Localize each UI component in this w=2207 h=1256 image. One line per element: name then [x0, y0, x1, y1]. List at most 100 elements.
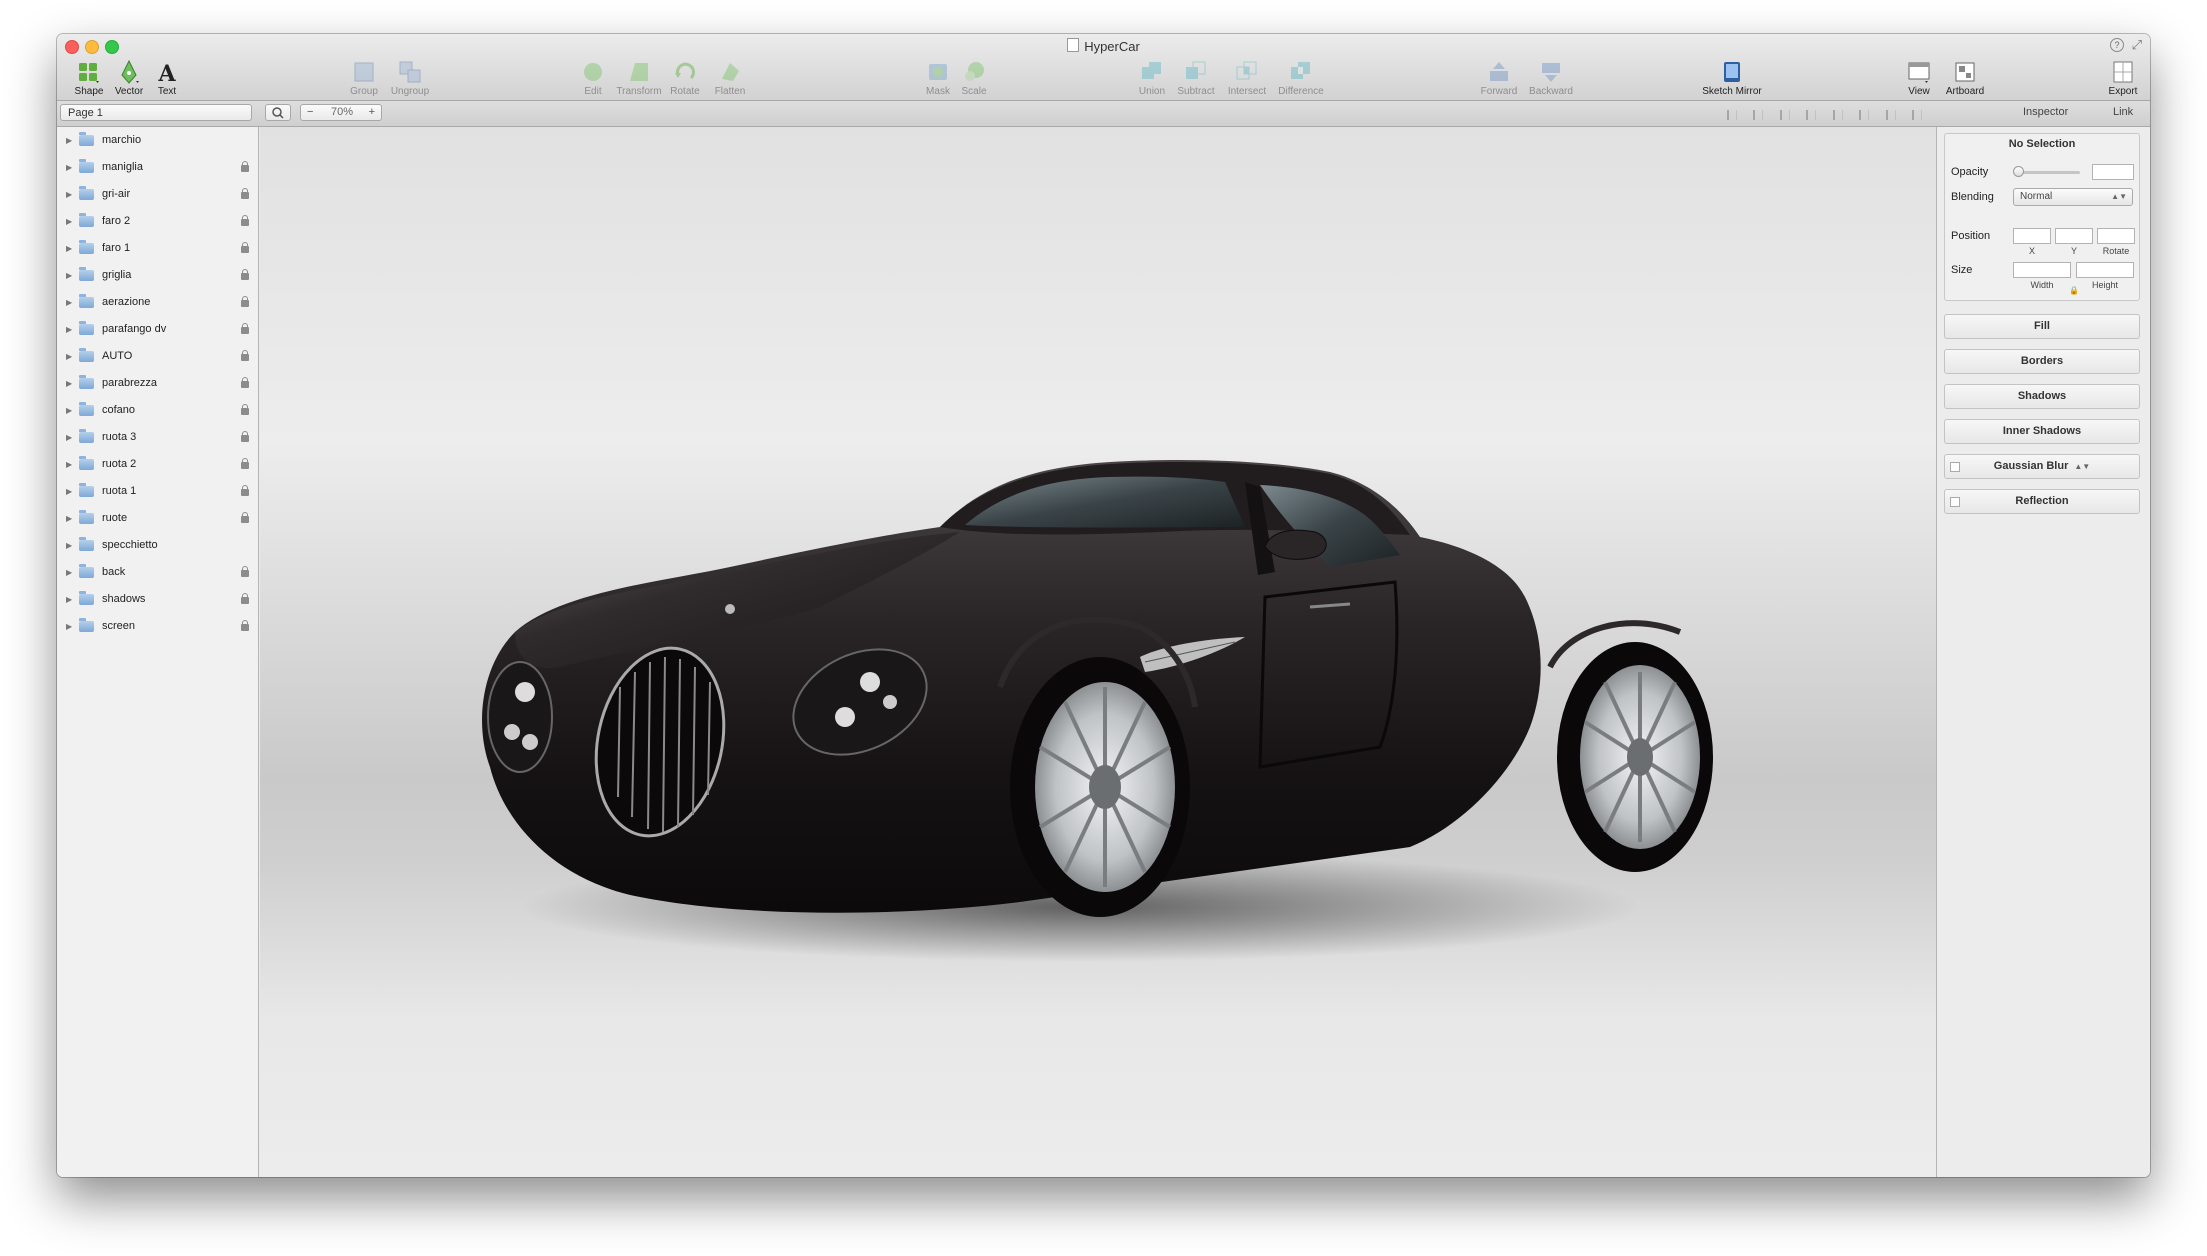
disclosure-triangle-icon[interactable]: ▶	[66, 208, 72, 235]
lock-icon[interactable]	[241, 188, 249, 199]
link-tab[interactable]: Link	[2113, 106, 2133, 118]
position-y-field[interactable]	[2055, 228, 2093, 244]
gaussian-blur-checkbox[interactable]	[1950, 462, 1960, 472]
position-x-field[interactable]	[2013, 228, 2051, 244]
borders-section[interactable]: Borders	[1944, 349, 2140, 374]
disclosure-triangle-icon[interactable]: ▶	[66, 559, 72, 586]
disclosure-triangle-icon[interactable]: ▶	[66, 262, 72, 289]
subtract-button[interactable]: Subtract	[1168, 59, 1224, 97]
zoom-out-button[interactable]: −	[307, 105, 313, 120]
scale-button[interactable]: Scale	[946, 59, 1002, 97]
artboard-button[interactable]: Artboard	[1937, 59, 1993, 97]
align-right-icon[interactable]	[1806, 110, 1817, 120]
disclosure-triangle-icon[interactable]: ▶	[66, 397, 72, 424]
intersect-button[interactable]: Intersect	[1219, 59, 1275, 97]
lock-icon[interactable]	[241, 323, 249, 334]
fullscreen-icon[interactable]: ⤢	[2132, 37, 2142, 53]
layer-row[interactable]: ▶ gri-air	[57, 181, 258, 208]
align-left-icon[interactable]	[1753, 110, 1764, 120]
flatten-button[interactable]: Flatten	[702, 59, 758, 97]
fill-section[interactable]: Fill	[1944, 314, 2140, 339]
lock-icon[interactable]	[241, 593, 249, 604]
layer-row[interactable]: ▶ ruota 2	[57, 451, 258, 478]
rotate-field[interactable]	[2097, 228, 2135, 244]
zoom-in-button[interactable]: +	[369, 105, 375, 120]
opacity-field[interactable]	[2092, 164, 2134, 180]
layer-search-button[interactable]	[265, 104, 291, 121]
disclosure-triangle-icon[interactable]: ▶	[66, 586, 72, 613]
lock-icon[interactable]	[241, 296, 249, 307]
inner-shadows-section[interactable]: Inner Shadows	[1944, 419, 2140, 444]
layer-row[interactable]: ▶ AUTO	[57, 343, 258, 370]
layer-row[interactable]: ▶ aerazione	[57, 289, 258, 316]
lock-icon[interactable]	[241, 566, 249, 577]
layer-row[interactable]: ▶ cofano	[57, 397, 258, 424]
reflection-section[interactable]: Reflection	[1944, 489, 2140, 514]
layer-row[interactable]: ▶ ruota 1	[57, 478, 258, 505]
align-top-icon[interactable]	[1832, 110, 1843, 120]
layer-row[interactable]: ▶ marchio	[57, 127, 258, 154]
canvas[interactable]	[260, 127, 1936, 1177]
disclosure-triangle-icon[interactable]: ▶	[66, 505, 72, 532]
disclosure-triangle-icon[interactable]: ▶	[66, 532, 72, 559]
disclosure-triangle-icon[interactable]: ▶	[66, 424, 72, 451]
opacity-slider-track[interactable]	[2015, 171, 2080, 174]
layer-row[interactable]: ▶ back	[57, 559, 258, 586]
disclosure-triangle-icon[interactable]: ▶	[66, 181, 72, 208]
blending-select[interactable]: Normal ▲▼	[2013, 188, 2133, 206]
lock-icon[interactable]	[241, 512, 249, 523]
width-field[interactable]	[2013, 262, 2071, 278]
reflection-checkbox[interactable]	[1950, 497, 1960, 507]
lock-icon[interactable]	[241, 404, 249, 415]
page-selector[interactable]: Page 1	[60, 104, 252, 121]
sketch-mirror-button[interactable]: Sketch Mirror	[1694, 59, 1770, 97]
lock-icon[interactable]	[241, 350, 249, 361]
lock-icon[interactable]	[241, 377, 249, 388]
layer-row[interactable]: ▶ parafango dv	[57, 316, 258, 343]
gaussian-blur-section[interactable]: Gaussian Blur ▲▼	[1944, 454, 2140, 479]
lock-ratio-icon[interactable]: 🔒	[2069, 286, 2079, 295]
disclosure-triangle-icon[interactable]: ▶	[66, 289, 72, 316]
disclosure-triangle-icon[interactable]: ▶	[66, 154, 72, 181]
lock-icon[interactable]	[241, 269, 249, 280]
disclosure-triangle-icon[interactable]: ▶	[66, 343, 72, 370]
ungroup-button[interactable]: Ungroup	[382, 59, 438, 97]
distribute-horizontal-icon[interactable]	[1912, 110, 1923, 120]
lock-icon[interactable]	[241, 458, 249, 469]
distribute-icon[interactable]	[1727, 110, 1737, 120]
layer-row[interactable]: ▶ ruote	[57, 505, 258, 532]
disclosure-triangle-icon[interactable]: ▶	[66, 478, 72, 505]
help-icon[interactable]: ?	[2110, 38, 2124, 52]
layer-row[interactable]: ▶ parabrezza	[57, 370, 258, 397]
align-center-icon[interactable]	[1779, 110, 1790, 120]
layer-row[interactable]: ▶ shadows	[57, 586, 258, 613]
align-bottom-icon[interactable]	[1885, 110, 1896, 120]
layer-row[interactable]: ▶ faro 2	[57, 208, 258, 235]
layer-row[interactable]: ▶ specchietto	[57, 532, 258, 559]
lock-icon[interactable]	[241, 215, 249, 226]
disclosure-triangle-icon[interactable]: ▶	[66, 370, 72, 397]
height-field[interactable]	[2076, 262, 2134, 278]
backward-button[interactable]: Backward	[1523, 59, 1579, 97]
lock-icon[interactable]	[241, 485, 249, 496]
disclosure-triangle-icon[interactable]: ▶	[66, 127, 72, 154]
disclosure-triangle-icon[interactable]: ▶	[66, 613, 72, 640]
layer-row[interactable]: ▶ griglia	[57, 262, 258, 289]
forward-button[interactable]: Forward	[1471, 59, 1527, 97]
difference-button[interactable]: Difference	[1273, 59, 1329, 97]
disclosure-triangle-icon[interactable]: ▶	[66, 316, 72, 343]
export-button[interactable]: Export	[2095, 59, 2150, 97]
layer-row[interactable]: ▶ screen	[57, 613, 258, 640]
layer-row[interactable]: ▶ maniglia	[57, 154, 258, 181]
inspector-tab[interactable]: Inspector	[2023, 106, 2068, 118]
layer-row[interactable]: ▶ faro 1	[57, 235, 258, 262]
align-middle-icon[interactable]	[1859, 110, 1870, 120]
lock-icon[interactable]	[241, 431, 249, 442]
opacity-slider-knob[interactable]	[2013, 166, 2024, 177]
layer-row[interactable]: ▶ ruota 3	[57, 424, 258, 451]
lock-icon[interactable]	[241, 620, 249, 631]
lock-icon[interactable]	[241, 161, 249, 172]
text-button[interactable]: A Text	[139, 59, 195, 97]
lock-icon[interactable]	[241, 242, 249, 253]
shadows-section[interactable]: Shadows	[1944, 384, 2140, 409]
